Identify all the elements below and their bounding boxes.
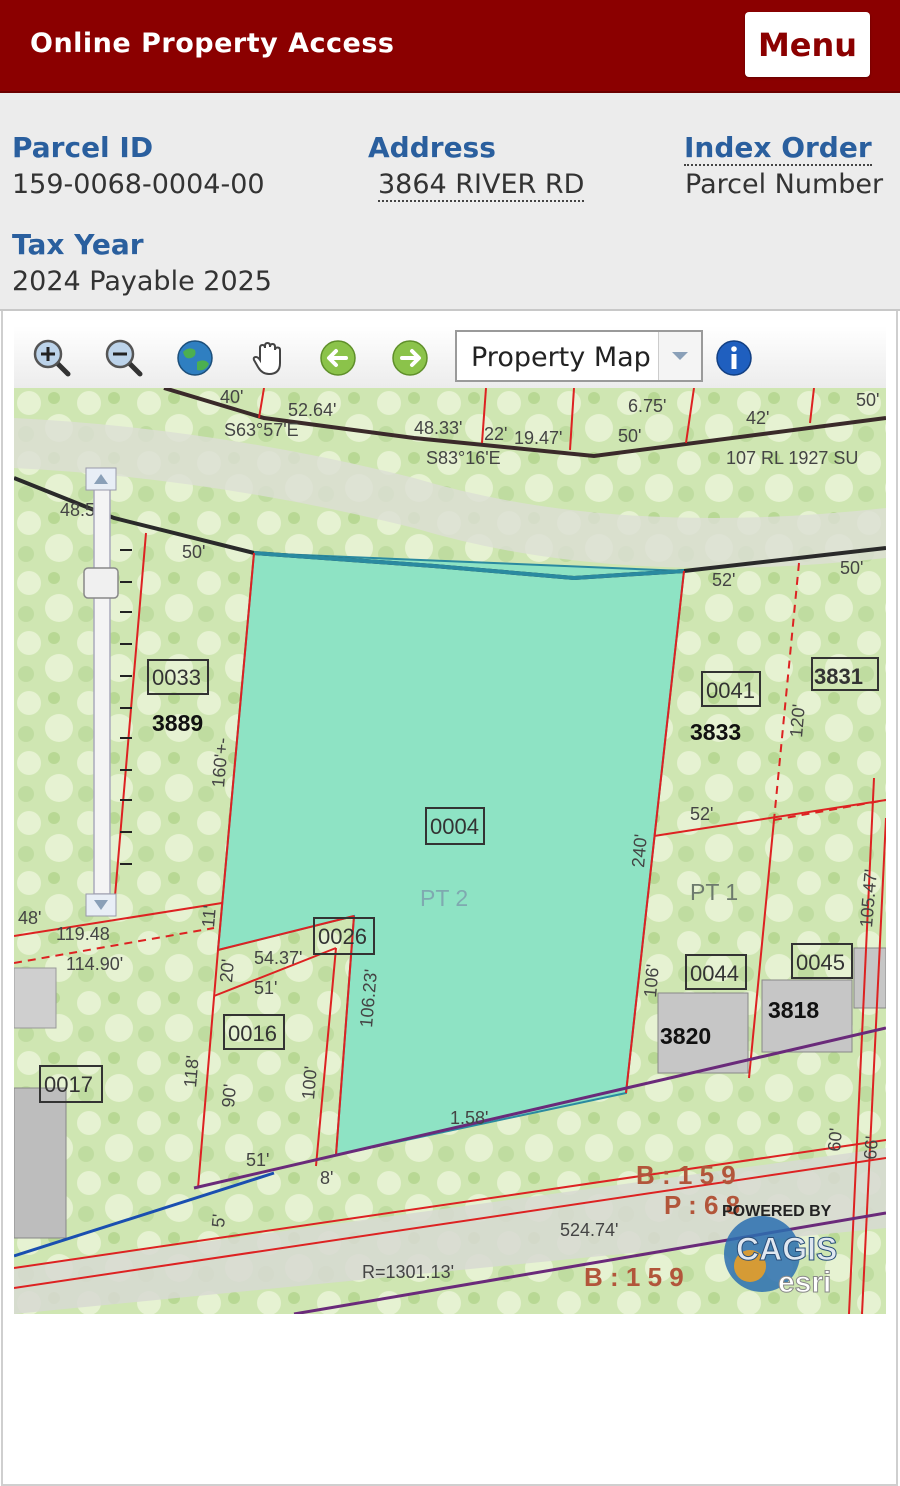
section-label-pt2: PT 2: [420, 885, 468, 911]
dim-label: 240': [628, 833, 651, 868]
back-arrow-icon[interactable]: [318, 338, 358, 378]
parcel-label-0045[interactable]: 0045: [796, 950, 845, 975]
dim-label: 50': [840, 558, 863, 578]
tax-year-value: 2024 Payable 2025: [12, 266, 272, 297]
parcel-label-0044[interactable]: 0044: [690, 961, 739, 986]
address-number-3820: 3820: [660, 1023, 711, 1049]
parcel-info-panel: Parcel ID 159-0068-0004-00 Address 3864 …: [0, 93, 900, 311]
dim-label: 100': [298, 1065, 321, 1100]
chevron-down-icon: [658, 332, 701, 380]
dim-label: 51': [254, 978, 277, 998]
dim-label: 106': [640, 963, 663, 998]
book-page-label: B : 1 5 9: [636, 1160, 736, 1190]
menu-button[interactable]: Menu: [745, 12, 870, 77]
dim-label: 90': [218, 1083, 240, 1108]
dim-label: 20': [216, 958, 238, 983]
dim-label: 40': [220, 388, 243, 407]
dim-label: 48': [18, 908, 41, 928]
dim-label: S83°16'E: [426, 448, 501, 468]
index-order-value: Parcel Number: [685, 169, 884, 200]
dim-label: 1.58': [450, 1108, 488, 1128]
map-type-select[interactable]: Property Map: [455, 330, 703, 382]
dim-label: 8': [320, 1168, 333, 1188]
parcel-id-label: Parcel ID: [12, 131, 154, 164]
dim-label: 6.75': [628, 396, 666, 416]
dim-label: 19.47': [514, 428, 562, 448]
dim-label: 51': [246, 1150, 269, 1170]
dim-label: 42': [746, 408, 769, 428]
dim-label: 524.74': [560, 1220, 619, 1240]
info-icon[interactable]: [714, 338, 754, 378]
dim-label: 5': [208, 1213, 229, 1228]
dim-label: 54.37': [254, 948, 302, 968]
address-number-3818: 3818: [768, 997, 819, 1023]
dim-label: 50': [618, 426, 641, 446]
dim-label: 50': [856, 390, 879, 410]
app-header: Online Property Access Menu: [0, 0, 900, 93]
slider-thumb[interactable]: [83, 567, 119, 599]
parcel-label-0017[interactable]: 0017: [44, 1072, 93, 1097]
section-label-pt1: PT 1: [690, 879, 738, 905]
parcel-label-0026[interactable]: 0026: [318, 924, 367, 949]
book-page-label: B : 1 5 9: [584, 1262, 684, 1292]
parcel-label-0004[interactable]: 0004: [430, 814, 479, 839]
map-toolbar: [14, 326, 886, 388]
dim-label: 118': [180, 1055, 203, 1089]
globe-icon[interactable]: [175, 338, 215, 378]
dim-label: 52.64': [288, 400, 336, 420]
parcel-label-0016[interactable]: 0016: [228, 1021, 277, 1046]
dim-label: S63°57'E: [224, 420, 299, 440]
dim-label: 22': [484, 424, 507, 444]
dim-label: 11': [198, 905, 220, 929]
parcel-map-canvas: 0033 0041 3831 0004 0026 0016 0017 0044 …: [14, 388, 886, 1314]
dim-label: 48.5: [60, 500, 95, 520]
address-number-3889: 3889: [152, 710, 203, 736]
zoom-in-icon[interactable]: [32, 338, 72, 378]
app-title: Online Property Access: [30, 28, 395, 59]
dim-label: 48.33': [414, 418, 462, 438]
dim-label: 119.48: [56, 924, 110, 944]
address-number-3833: 3833: [690, 719, 741, 745]
svg-text:esri: esri: [778, 1266, 831, 1299]
tax-year-label: Tax Year: [12, 228, 144, 261]
index-order-link[interactable]: Index Order: [684, 131, 872, 166]
dim-label: 120': [786, 703, 809, 738]
address-label: Address: [368, 131, 496, 164]
dim-label: 107 RL 1927 SU: [726, 448, 858, 468]
dim-label: 66': [860, 1135, 882, 1160]
parcel-map[interactable]: 0033 0041 3831 0004 0026 0016 0017 0044 …: [14, 388, 886, 1314]
svg-text:POWERED BY: POWERED BY: [722, 1203, 832, 1220]
pan-hand-icon[interactable]: [248, 338, 288, 378]
parcel-label-0041[interactable]: 0041: [706, 678, 755, 703]
dim-label: 52': [690, 804, 713, 824]
dim-label: R=1301.13': [362, 1262, 454, 1282]
forward-arrow-icon[interactable]: [390, 338, 430, 378]
svg-text:CAGIS: CAGIS: [736, 1231, 837, 1267]
parcel-label-0033[interactable]: 0033: [152, 665, 201, 690]
dim-label: 52': [712, 570, 735, 590]
parcel-label-3831[interactable]: 3831: [814, 664, 863, 689]
parcel-id-value: 159-0068-0004-00: [12, 169, 265, 200]
address-link[interactable]: 3864 RIVER RD: [378, 169, 585, 202]
dim-label: 60': [824, 1127, 846, 1152]
dim-label: 50': [182, 542, 205, 562]
map-type-selected: Property Map: [471, 342, 651, 373]
zoom-out-icon[interactable]: [104, 338, 144, 378]
dim-label: 114.90': [66, 954, 123, 974]
